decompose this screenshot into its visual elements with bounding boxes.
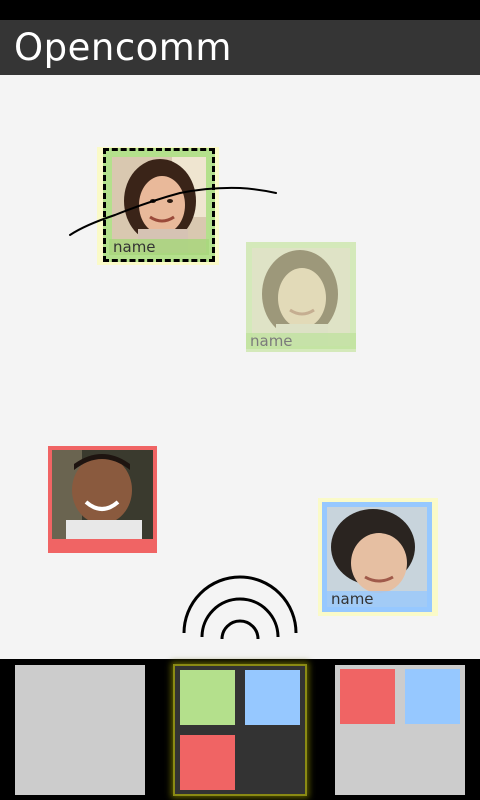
group-member-blue xyxy=(245,670,300,725)
group-tile-empty[interactable] xyxy=(15,665,145,795)
group-member-red xyxy=(340,669,395,724)
group-tile-red-blue[interactable] xyxy=(335,665,465,795)
status-bar xyxy=(0,0,480,20)
group-member-red xyxy=(180,735,235,790)
group-tile-active[interactable] xyxy=(173,664,307,796)
contact-canvas[interactable]: name name name xyxy=(0,75,480,659)
app-title: Opencomm xyxy=(14,26,232,69)
broadcast-signal-icon[interactable] xyxy=(178,571,302,641)
group-member-blue xyxy=(405,669,460,724)
app-title-bar: Opencomm xyxy=(0,20,480,75)
group-member-green xyxy=(180,670,235,725)
group-tray xyxy=(0,659,480,800)
